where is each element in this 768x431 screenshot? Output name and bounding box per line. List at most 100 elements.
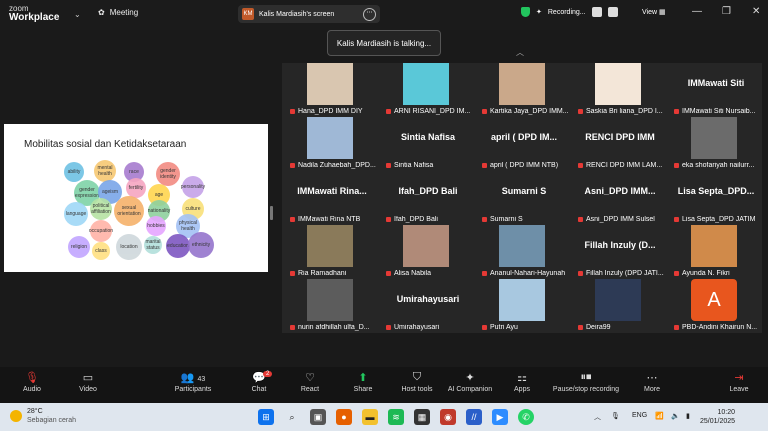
volume-icon[interactable]: 🔈 <box>671 412 680 420</box>
audio-button[interactable]: 🎙 Audio <box>7 371 57 393</box>
app-red-icon[interactable]: ◉ <box>440 409 456 425</box>
shared-screen-slide: Mobilitas sosial dan Ketidaksetaraan abi… <box>4 124 268 272</box>
participant-video <box>499 279 545 321</box>
share-button[interactable]: ⬆ Share <box>338 371 388 393</box>
more-button[interactable]: ⋯ More <box>627 371 677 393</box>
word-cloud-term: personality <box>181 176 205 198</box>
stop-recording-button[interactable] <box>607 7 618 17</box>
video-button[interactable]: ▭ Video <box>63 371 113 393</box>
search-icon[interactable]: ⌕ <box>284 409 300 425</box>
weather-widget[interactable]: 28°C Sebagian cerah <box>10 407 76 425</box>
participant-tile[interactable]: Alisa Nabila <box>378 225 474 279</box>
language-indicator[interactable]: ENG <box>632 412 647 419</box>
participant-tile[interactable]: Nadila Zuhaebah_DPD... <box>282 117 378 171</box>
zoom-logo: zoom Workplace <box>9 4 60 23</box>
zoom-app-icon[interactable]: ▶ <box>492 409 508 425</box>
mic-muted-icon <box>482 216 487 222</box>
maximize-icon[interactable]: ❐ <box>722 6 731 17</box>
wifi-icon[interactable]: 📶 <box>655 412 664 420</box>
mic-muted-icon <box>386 324 391 330</box>
participant-name-label: Kartika Jaya_DPD IMM... <box>482 108 568 115</box>
participant-video <box>307 225 353 267</box>
file-explorer-icon[interactable]: ▬ <box>362 409 378 425</box>
battery-icon[interactable]: ▮ <box>686 412 690 420</box>
participant-name-label: Sumarni S <box>482 216 568 223</box>
ai-companion-button[interactable]: ✦ AI Companion <box>444 371 496 393</box>
participant-tile[interactable]: Sumarni S Sumarni S <box>474 171 570 225</box>
participant-tile[interactable]: Hana_DPD IMM DIY <box>282 63 378 117</box>
participant-tile[interactable]: Kartika Jaya_DPD IMM... <box>474 63 570 117</box>
participant-tile[interactable]: ARNI RISANI_DPD IM... <box>378 63 474 117</box>
participant-tile[interactable]: april ( DPD IM... april ( DPD IMM NTB) <box>474 117 570 171</box>
chevron-up-icon[interactable]: ︿ <box>516 47 524 58</box>
tray-overflow-icon[interactable]: ︿ <box>594 412 601 422</box>
participants-icon: 👥 43 <box>180 372 206 384</box>
meeting-info[interactable]: ✿ Meeting <box>98 8 138 17</box>
participant-video <box>595 63 641 105</box>
participant-tile[interactable]: Saskia Bri liana_DPD I... <box>570 63 666 117</box>
participant-video <box>307 63 353 105</box>
participant-tile[interactable]: Fillah Inzuly (D... Fillah Inzuly (DPD JA… <box>570 225 666 279</box>
mic-muted-icon <box>290 270 295 276</box>
participant-name-label: IMMawati Rina NTB <box>290 216 376 223</box>
participant-video <box>499 225 545 267</box>
participant-tile[interactable]: Umirahayusari Umirahayusari <box>378 279 474 333</box>
participant-tile[interactable]: IMMawati Siti IMMawati Siti Nursaib... <box>666 63 762 117</box>
participant-tile[interactable]: Ananul-Nahari-Hayunah <box>474 225 570 279</box>
microphone-icon[interactable]: 🎙 <box>611 412 620 420</box>
media-icon[interactable]: ▦ <box>414 409 430 425</box>
close-icon[interactable]: ✕ <box>752 6 760 17</box>
pause-recording-button[interactable] <box>591 7 602 17</box>
screen-share-indicator[interactable]: KM Kalis Mardiasih's screen ⋯ <box>238 5 380 23</box>
react-button[interactable]: ♡ React <box>285 371 335 393</box>
leave-button[interactable]: ⇥ Leave <box>714 371 764 393</box>
word-cloud-term: gender identity <box>156 162 180 186</box>
clock[interactable]: 10:20 25/01/2025 <box>700 408 735 426</box>
participant-name-label: Saskia Bri liana_DPD I... <box>578 108 664 115</box>
participant-tile[interactable]: Deira99 <box>570 279 666 333</box>
pause-stop-recording-button[interactable]: ⏸⏹ Pause/stop recording <box>546 371 626 393</box>
chevron-down-icon[interactable]: ⌄ <box>74 10 81 19</box>
pause-stop-icon: ⏸⏹ <box>580 371 592 383</box>
participant-tile[interactable]: RENCI DPD IMM RENCI DPD IMM LAM... <box>570 117 666 171</box>
participant-display-name: IMMawati Siti <box>687 78 745 88</box>
firefox-icon[interactable]: ● <box>336 409 352 425</box>
participant-video <box>691 225 737 267</box>
resize-handle[interactable] <box>270 206 273 220</box>
participant-video <box>307 279 353 321</box>
meeting-toolbar: 🎙 Audio ▭ Video 👥 43 Participants 💬 2 Chat ♡ R… <box>0 367 768 403</box>
windows-start-icon[interactable]: ⊞ <box>258 409 274 425</box>
participant-tile[interactable]: Ifah_DPD Bali Ifah_DPD Bali <box>378 171 474 225</box>
mic-muted-icon: 🎙 <box>25 372 39 384</box>
chat-button[interactable]: 💬 2 Chat <box>234 371 284 393</box>
participant-display-name: Umirahayusari <box>396 294 460 304</box>
host-tools-button[interactable]: ⛉ Host tools <box>392 371 442 393</box>
more-options-icon[interactable]: ⋯ <box>363 8 376 21</box>
participant-tile[interactable]: eka shofariyah nailurr... <box>666 117 762 171</box>
participant-tile[interactable]: Putri Ayu <box>474 279 570 333</box>
view-button[interactable]: View ▦ <box>642 8 666 16</box>
participant-tile[interactable]: Lisa Septa_DPD... Lisa Septa_DPD JATIM <box>666 171 762 225</box>
spotify-icon[interactable]: ≋ <box>388 409 404 425</box>
task-view-icon[interactable]: ▣ <box>310 409 326 425</box>
whatsapp-icon[interactable]: ✆ <box>518 409 534 425</box>
participant-tile[interactable]: nurin afdhillah ulfa_D... <box>282 279 378 333</box>
word-cloud-term: language <box>64 202 88 226</box>
participants-button[interactable]: 👥 43 Participants <box>168 371 218 393</box>
participant-tile[interactable]: Ria Ramadhani <box>282 225 378 279</box>
apps-button[interactable]: ⚏ Apps <box>497 371 547 393</box>
participant-tile[interactable]: A PBD-Andini Khairun N... <box>666 279 762 333</box>
mic-muted-icon <box>674 270 679 276</box>
mic-muted-icon <box>290 108 295 114</box>
sparkle-icon[interactable]: ✦ <box>536 8 542 16</box>
participant-tile[interactable]: Asni_DPD IMM... Asni_DPD IMM Sulsel <box>570 171 666 225</box>
app-blue-icon[interactable]: // <box>466 409 482 425</box>
participant-video <box>595 279 641 321</box>
word-cloud-term: political affiliation <box>90 198 112 220</box>
participant-tile[interactable]: Sintia Nafisa Sintia Nafisa <box>378 117 474 171</box>
participant-tile[interactable]: Ayunda N. Fikri <box>666 225 762 279</box>
title-bar: zoom Workplace ⌄ ✿ Meeting KM Kalis Mard… <box>0 0 768 30</box>
participant-name-label: nurin afdhillah ulfa_D... <box>290 324 376 331</box>
minimize-icon[interactable]: — <box>692 6 702 17</box>
participant-tile[interactable]: IMMawati Rina... IMMawati Rina NTB <box>282 171 378 225</box>
